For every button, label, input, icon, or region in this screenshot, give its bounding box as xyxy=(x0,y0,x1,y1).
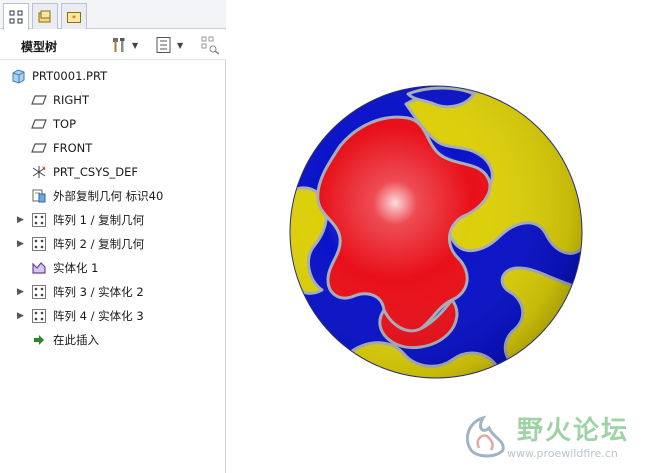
part-icon xyxy=(10,68,26,84)
tree-item-top-plane[interactable]: TOP xyxy=(0,114,226,134)
tree-item-label: RIGHT xyxy=(53,93,89,107)
tree-item-label: 外部复制几何 标识40 xyxy=(53,189,164,203)
tree-item-label: FRONT xyxy=(53,141,93,155)
tree-item-label: 在此插入 xyxy=(53,333,99,347)
datum-plane-icon xyxy=(31,140,47,156)
pattern-icon xyxy=(31,284,47,300)
flame-logo-icon xyxy=(466,415,505,458)
expand-arrow-icon[interactable]: ▶ xyxy=(17,311,27,321)
expand-arrow-icon[interactable]: ▶ xyxy=(17,239,27,249)
expand-arrow-icon[interactable]: ▶ xyxy=(17,287,27,297)
model-tree-toolbar: 模型树 ▼ ▼ xyxy=(0,30,226,60)
tree-filter-icon xyxy=(201,36,220,55)
model-tree-icon xyxy=(9,10,23,24)
tree-item-right-plane[interactable]: RIGHT xyxy=(0,90,226,110)
tree-item-label: TOP xyxy=(53,117,77,131)
solidify-icon xyxy=(31,260,47,276)
datum-plane-icon xyxy=(31,92,47,108)
tree-item-label: 阵列 3 / 实体化 2 xyxy=(53,285,144,299)
tree-item-part[interactable]: PRT0001.PRT xyxy=(0,66,226,86)
svg-text:x: x xyxy=(42,165,46,172)
list-settings-icon xyxy=(156,37,171,53)
watermark-site-name: 野火论坛 xyxy=(517,416,630,446)
sphere-model[interactable] xyxy=(288,84,584,380)
pattern-icon xyxy=(31,236,47,252)
navigator-tabs: * xyxy=(0,0,226,30)
tree-item-label: 阵列 4 / 实体化 3 xyxy=(53,309,144,323)
tree-item-label: PRT0001.PRT xyxy=(32,69,108,83)
tree-item-insert-here[interactable]: 在此插入 xyxy=(0,330,226,350)
show-dropdown-caret: ▼ xyxy=(177,40,184,50)
graphics-window[interactable]: 野火论坛 www.proewildfire.cn xyxy=(227,0,659,473)
model-tree-tab[interactable] xyxy=(3,3,29,30)
tree-item-external-copy-geometry[interactable]: 外部复制几何 标识40 xyxy=(0,186,226,206)
pattern-icon xyxy=(31,308,47,324)
tree-item-pattern-4[interactable]: ▶ 阵列 4 / 实体化 3 xyxy=(0,306,226,326)
tree-item-solidify-1[interactable]: 实体化 1 xyxy=(0,258,226,278)
tree-item-pattern-1[interactable]: ▶ 阵列 1 / 复制几何 xyxy=(0,210,226,230)
pattern-icon xyxy=(31,212,47,228)
folder-browser-tab[interactable] xyxy=(32,3,58,29)
tools-icon xyxy=(113,38,125,52)
tree-item-pattern-2[interactable]: ▶ 阵列 2 / 复制几何 xyxy=(0,234,226,254)
settings-button[interactable]: ▼ xyxy=(110,34,138,56)
coordinate-system-icon: x xyxy=(31,164,47,180)
tree-item-front-plane[interactable]: FRONT xyxy=(0,138,226,158)
svg-text:*: * xyxy=(72,14,76,23)
favorites-icon: * xyxy=(67,11,81,23)
model-tree-title: 模型树 xyxy=(21,40,58,54)
show-button[interactable]: ▼ xyxy=(155,34,183,56)
folder-icon xyxy=(38,10,51,22)
tree-item-label: 实体化 1 xyxy=(53,261,99,275)
tree-filter-button[interactable] xyxy=(200,34,220,56)
tree-item-pattern-3[interactable]: ▶ 阵列 3 / 实体化 2 xyxy=(0,282,226,302)
tree-item-label: PRT_CSYS_DEF xyxy=(53,165,139,179)
watermark: 野火论坛 www.proewildfire.cn xyxy=(449,406,659,470)
settings-dropdown-caret: ▼ xyxy=(132,40,139,50)
external-copy-geometry-icon xyxy=(31,188,47,204)
tree-item-label: 阵列 1 / 复制几何 xyxy=(53,213,145,227)
watermark-url: www.proewildfire.cn xyxy=(507,447,618,460)
model-tree-panel: * 模型树 ▼ ▼ PRT0001.PRT RIGHT TOP FRONT x … xyxy=(0,0,226,473)
expand-arrow-icon[interactable]: ▶ xyxy=(17,215,27,225)
tree-item-label: 阵列 2 / 复制几何 xyxy=(53,237,145,251)
favorites-tab[interactable]: * xyxy=(61,3,87,29)
insert-here-arrow-icon xyxy=(31,332,47,348)
datum-plane-icon xyxy=(31,116,47,132)
tree-item-csys[interactable]: x PRT_CSYS_DEF xyxy=(0,162,226,182)
